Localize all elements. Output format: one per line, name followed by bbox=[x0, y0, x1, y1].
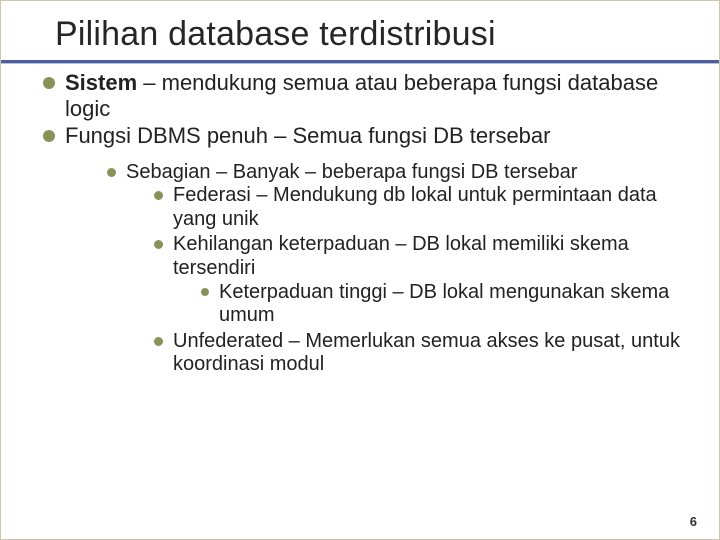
bullet-icon bbox=[107, 168, 116, 177]
bullet-line: Sebagian – Banyak – beberapa fungsi DB t… bbox=[126, 161, 577, 183]
bullet-level4: Keterpaduan tinggi – DB lokal mengunakan… bbox=[201, 281, 683, 328]
bullet-icon bbox=[154, 337, 163, 346]
bold-term: Sistem bbox=[65, 70, 137, 95]
bullet-text: Fungsi DBMS penuh – Semua fungsi DB ters… bbox=[65, 123, 550, 149]
bullet-level2: Sebagian – Banyak – beberapa fungsi DB t… bbox=[107, 161, 683, 379]
bullet-level3: Unfederated – Memerlukan semua akses ke … bbox=[154, 330, 683, 377]
bullet-icon bbox=[43, 130, 55, 142]
bullet-text: Federasi – Mendukung db lokal untuk perm… bbox=[173, 184, 683, 231]
bullet-icon bbox=[154, 191, 163, 200]
bullet-text: Kehilangan keterpaduan – DB lokal memili… bbox=[173, 233, 683, 327]
page-number: 6 bbox=[690, 514, 697, 529]
bullet-text: Keterpaduan tinggi – DB lokal mengunakan… bbox=[219, 281, 683, 328]
bullet-icon bbox=[201, 288, 209, 296]
title-area: Pilihan database terdistribusi bbox=[1, 1, 719, 54]
slide-title: Pilihan database terdistribusi bbox=[55, 15, 719, 54]
bullet-line: Kehilangan keterpaduan – DB lokal memili… bbox=[173, 233, 629, 279]
bullet-level3: Federasi – Mendukung db lokal untuk perm… bbox=[154, 184, 683, 231]
bullet-level1: Sistem – mendukung semua atau beberapa f… bbox=[43, 70, 683, 121]
bullet-level1: Fungsi DBMS penuh – Semua fungsi DB ters… bbox=[43, 123, 683, 149]
bullet-text: Unfederated – Memerlukan semua akses ke … bbox=[173, 330, 683, 377]
bullet-level3: Kehilangan keterpaduan – DB lokal memili… bbox=[154, 233, 683, 327]
bullet-icon bbox=[43, 77, 55, 89]
bullet-rest: – mendukung semua atau beberapa fungsi d… bbox=[65, 70, 658, 121]
content-area: Sistem – mendukung semua atau beberapa f… bbox=[1, 64, 719, 379]
bullet-text: Sebagian – Banyak – beberapa fungsi DB t… bbox=[126, 161, 683, 379]
bullet-icon bbox=[154, 240, 163, 249]
bullet-text: Sistem – mendukung semua atau beberapa f… bbox=[65, 70, 683, 121]
